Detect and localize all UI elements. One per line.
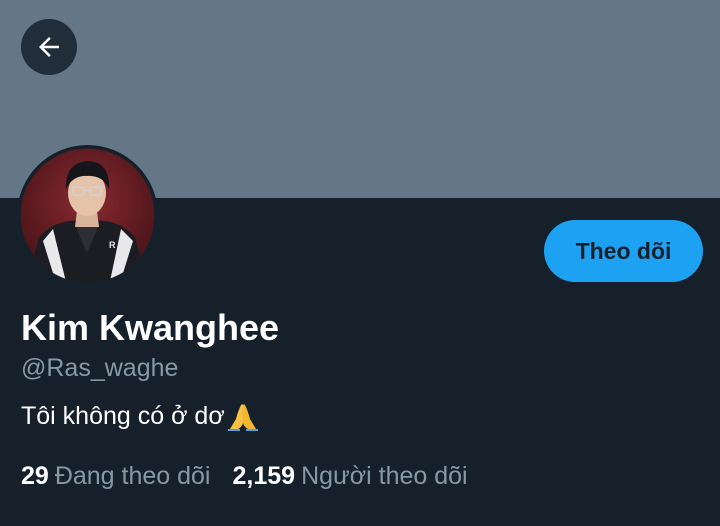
bio-text: Tôi không có ở dơ: [21, 402, 225, 430]
folded-hands-icon: [226, 401, 260, 431]
back-button[interactable]: [21, 19, 77, 75]
display-name: Kim Kwanghee: [21, 307, 280, 348]
followers-label: Người theo dõi: [301, 462, 468, 490]
arrow-left-icon: [39, 37, 59, 57]
follow-button-label: Theo dõi: [575, 237, 672, 264]
profile-stats: 29 Đang theo dõi 2,159 Người theo dõi: [21, 459, 468, 493]
user-handle: @Ras_waghe: [21, 354, 179, 382]
avatar[interactable]: R: [17, 145, 158, 286]
bio: Tôi không có ở dơ: [21, 399, 260, 433]
following-label: Đang theo dõi: [54, 462, 211, 490]
followers-count: 2,159: [232, 462, 296, 490]
avatar-image: R: [20, 148, 155, 283]
followers-stat[interactable]: 2,159 Người theo dõi: [233, 459, 468, 493]
following-stat[interactable]: 29 Đang theo dõi: [21, 459, 211, 493]
follow-button[interactable]: Theo dõi: [544, 220, 703, 282]
following-count: 29: [21, 462, 49, 490]
svg-text:R: R: [109, 240, 116, 250]
